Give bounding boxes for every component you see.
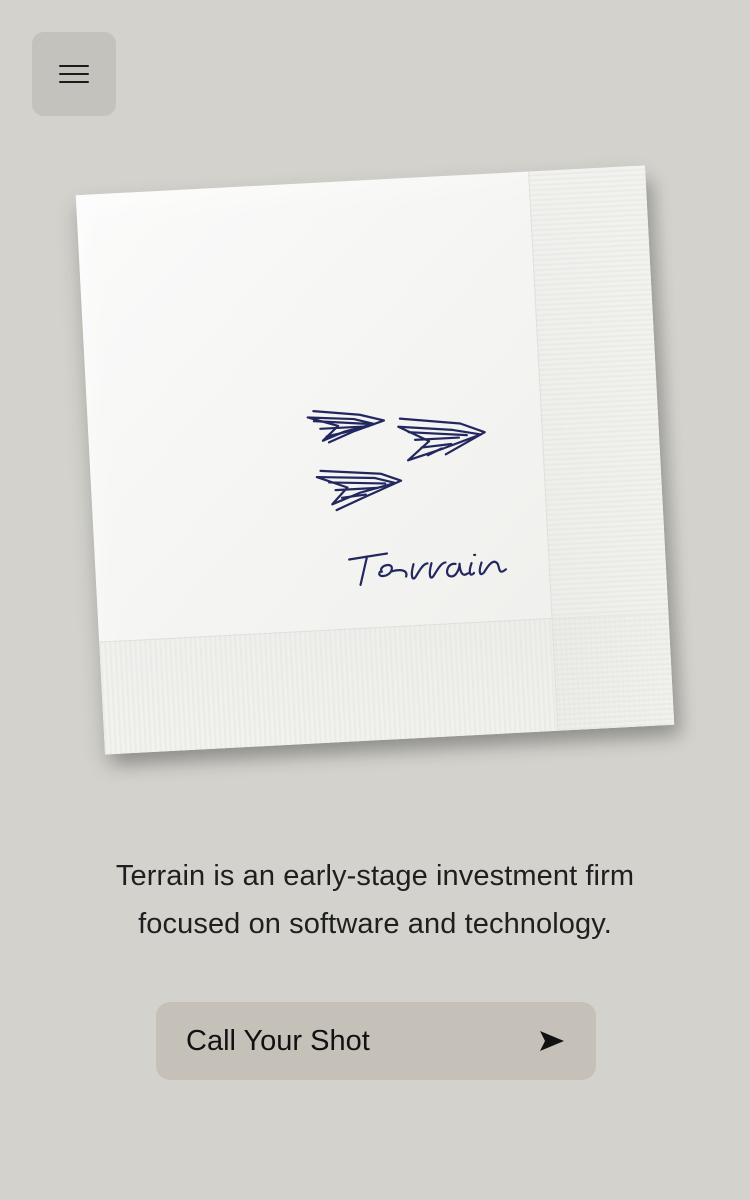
hero-tagline: Terrain is an early-stage investment fir… xyxy=(115,860,635,940)
napkin-image xyxy=(75,165,675,755)
terrain-logo-sketch xyxy=(306,410,507,587)
call-your-shot-label: Call Your Shot xyxy=(186,1024,370,1057)
hero-napkin xyxy=(75,165,683,765)
menu-icon xyxy=(59,65,89,83)
send-arrow-icon xyxy=(540,1031,564,1051)
call-your-shot-button[interactable]: Call Your Shot xyxy=(156,1002,596,1080)
menu-button[interactable] xyxy=(32,32,116,116)
